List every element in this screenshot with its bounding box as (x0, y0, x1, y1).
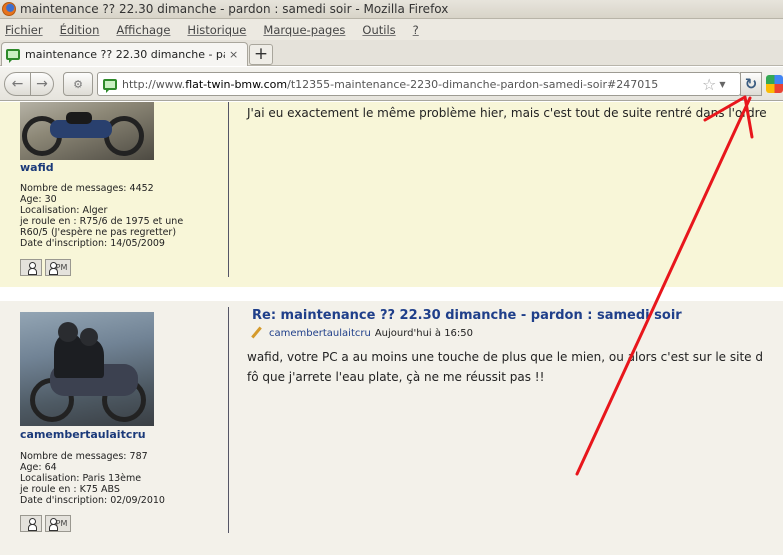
firefox-logo-icon (2, 2, 16, 16)
site-identity-button[interactable]: ⚙ (63, 72, 93, 96)
window-title: maintenance ?? 22.30 dimanche - pardon :… (20, 2, 449, 16)
menu-fichier[interactable]: Fichier (5, 23, 43, 37)
post-body-line: wafid, votre PC a au moins une touche de… (247, 350, 763, 364)
menu-marque-pages[interactable]: Marque-pages (263, 23, 345, 37)
reload-button[interactable]: ↻ (740, 72, 762, 96)
site-favicon (98, 78, 122, 93)
menu-historique[interactable]: Historique (187, 23, 246, 37)
info-age: Age: 64 (20, 462, 57, 473)
bookmark-star-icon[interactable]: ☆ (702, 75, 716, 94)
post-meta-author[interactable]: camembertaulaitcru (269, 328, 371, 339)
tab-close-icon[interactable]: × (229, 48, 238, 61)
menu-outils[interactable]: Outils (362, 23, 395, 37)
info-messages: Nombre de messages: 787 (20, 451, 148, 462)
post-divider (228, 102, 229, 277)
avatar (20, 312, 154, 426)
forum-favicon-icon (6, 49, 20, 63)
info-location: Localisation: Paris 13ème (20, 473, 142, 484)
forward-arrow-icon: → (36, 76, 48, 92)
avatar (20, 102, 154, 160)
user-profile-icon (27, 518, 37, 531)
menu-edition[interactable]: Édition (60, 23, 100, 37)
url-domain: flat-twin-bmw.com (185, 77, 288, 91)
private-message-button[interactable]: PM (45, 259, 71, 276)
private-message-button[interactable]: PM (45, 515, 71, 532)
post-meta: camembertaulaitcru Aujourd'hui à 16:50 (250, 327, 473, 339)
post-username[interactable]: wafid (20, 161, 54, 174)
forum-post: wafid Nombre de messages: 4452 Age: 30 L… (0, 102, 783, 287)
info-location: Localisation: Alger (20, 205, 108, 216)
url-text[interactable]: http://www.flat-twin-bmw.com/t12355-main… (122, 78, 700, 91)
tab-active[interactable]: maintenance ?? 22.30 dimanche - pardon :… (1, 42, 248, 66)
info-joined: Date d'inscription: 02/09/2010 (20, 495, 165, 506)
user-pm-icon (48, 262, 58, 275)
user-info: Nombre de messages: 4452 Age: 30 Localis… (20, 183, 205, 249)
tab-bar: maintenance ?? 22.30 dimanche - pardon :… (0, 40, 783, 66)
post-meta-date: Aujourd'hui à 16:50 (374, 327, 474, 339)
new-tab-button[interactable]: + (249, 44, 273, 65)
url-bar[interactable]: http://www.flat-twin-bmw.com/t12355-main… (97, 72, 741, 96)
profile-buttons: PM (20, 259, 71, 276)
forum-favicon-icon (103, 78, 117, 93)
profile-button[interactable] (20, 259, 42, 276)
puzzle-icon: ⚙ (73, 77, 83, 91)
post-body-line: fô que j'arrete l'eau plate, çà ne me ré… (247, 370, 545, 384)
url-dropdown-icon[interactable]: ▼ (719, 80, 725, 89)
user-pm-icon (48, 518, 58, 531)
info-bike: je roule en : K75 ABS (20, 484, 120, 495)
back-arrow-icon: ← (11, 76, 24, 92)
url-prefix: http://www. (122, 77, 186, 91)
tab-label: maintenance ?? 22.30 dimanche - pardon :… (25, 48, 225, 61)
page-content: wafid Nombre de messages: 4452 Age: 30 L… (0, 102, 783, 555)
user-info: Nombre de messages: 787 Age: 64 Localisa… (20, 451, 205, 506)
info-age: Age: 30 (20, 194, 57, 205)
info-messages: Nombre de messages: 4452 (20, 183, 154, 194)
info-bike: je roule en : R75/6 de 1975 et une R60/5… (20, 216, 184, 238)
menu-help[interactable]: ? (413, 23, 419, 37)
pencil-icon (250, 327, 262, 339)
navigation-toolbar: ← → ⚙ http://www.flat-twin-bmw.com/t1235… (0, 67, 783, 101)
forum-post: camembertaulaitcru Nombre de messages: 7… (0, 301, 783, 555)
info-joined: Date d'inscription: 14/05/2009 (20, 238, 165, 249)
post-body: J'ai eu exactement le même problème hier… (247, 106, 767, 120)
search-engine-icon[interactable] (766, 75, 783, 93)
profile-buttons: PM (20, 515, 71, 532)
menu-bar: Fichier Édition Affichage Historique Mar… (0, 19, 783, 40)
profile-button[interactable] (20, 515, 42, 532)
forward-button[interactable]: → (30, 72, 54, 96)
post-title[interactable]: Re: maintenance ?? 22.30 dimanche - pard… (252, 308, 682, 323)
post-divider (228, 307, 229, 533)
back-button[interactable]: ← (4, 72, 31, 96)
reload-icon: ↻ (744, 75, 758, 93)
menu-affichage[interactable]: Affichage (116, 23, 170, 37)
user-profile-icon (27, 262, 37, 275)
post-separator (0, 287, 783, 301)
url-path: /t12355-maintenance-2230-dimanche-pardon… (287, 77, 659, 91)
post-username[interactable]: camembertaulaitcru (20, 428, 146, 441)
window-title-bar: maintenance ?? 22.30 dimanche - pardon :… (0, 0, 783, 19)
